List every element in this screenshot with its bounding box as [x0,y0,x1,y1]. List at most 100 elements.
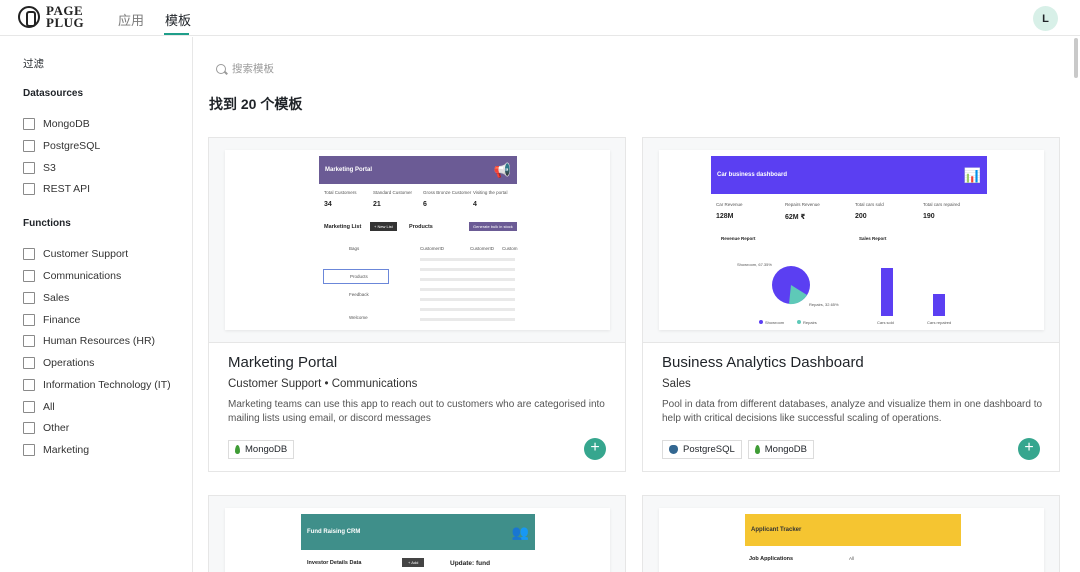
template-card-fund-raising-crm[interactable]: Fund Raising CRM 👥 Investor Details Data… [208,495,626,572]
card-preview: Marketing Portal 📢 Total Customers 34 Sta… [209,138,625,343]
filter-hr[interactable]: Human Resources (HR) [23,334,155,348]
template-card-marketing-portal[interactable]: Marketing Portal 📢 Total Customers 34 Sta… [208,137,626,472]
logo-line2: PLUG [46,15,85,30]
filter-all[interactable]: All [23,400,55,414]
preview-revenue-title: Revenue Report [721,236,756,241]
template-card-business-analytics[interactable]: Car business dashboard 📊 Car Revenue 128M… [642,137,1060,472]
tag-postgresql: PostgreSQL [662,440,742,459]
preview-table-row [420,268,515,271]
search-input[interactable]: 搜索模板 [232,61,274,76]
preview-frame: Car business dashboard 📊 Car Revenue 128M… [659,150,1044,330]
preview-list-item: Feedback [349,292,369,297]
preview-stat: Total cars repaired 190 [923,202,961,220]
filter-finance[interactable]: Finance [23,313,80,327]
tag-mongodb: MongoDB [228,440,295,459]
chart-illustration-icon: 📊 [963,166,981,183]
preview-job-title: Job Applications [749,556,794,562]
preview-table-header: Custom [502,246,518,251]
filter-other[interactable]: Other [23,421,69,435]
card-categories: Customer Support • Communications [228,378,418,390]
filter-rest-api[interactable]: REST API [23,182,90,196]
preview-bar [881,268,893,316]
preview-table-row [420,298,515,301]
mongodb-icon [754,445,760,454]
user-avatar[interactable]: L [1033,6,1058,31]
filter-sales[interactable]: Sales [23,291,69,305]
preview-header: Fund Raising CRM 👥 [301,514,535,550]
checkbox[interactable] [23,401,35,413]
preview-header: Car business dashboard 📊 [711,156,987,194]
preview-stat: Visiting the portal 4 [473,190,508,208]
checkbox[interactable] [23,379,35,391]
fork-template-button[interactable]: + [1018,438,1040,460]
preview-pie-chart [759,266,810,324]
preview-products-title: Products [409,224,433,230]
results-count: 找到 20 个模板 [209,96,303,112]
top-header: PAGE PLUG 应用 模板 L [0,0,1080,36]
datasource-tags: PostgreSQL MongoDB [662,440,814,459]
filter-s3[interactable]: S3 [23,161,56,175]
filter-operations[interactable]: Operations [23,356,94,370]
preview-add-button: + Add [402,558,425,567]
preview-sales-title: Sales Report [859,236,887,241]
filter-title: 过滤 [23,58,44,70]
tag-mongodb: MongoDB [747,440,814,459]
page-scrollbar[interactable] [1074,38,1078,78]
template-search[interactable]: 搜索模板 [216,61,274,76]
filter-postgresql[interactable]: PostgreSQL [23,139,100,153]
checkbox[interactable] [23,444,35,456]
preview-table-header: CustomerID [470,246,495,251]
preview-pie-label: Repairs, 32.65% [809,302,839,307]
preview-table-row [420,308,515,311]
card-description: Pool in data from different databases, a… [662,399,1043,424]
preview-header: Marketing Portal 📢 [319,156,517,184]
functions-heading: Functions [23,218,71,229]
preview-table-row [420,258,515,261]
preview-stat: Total cars sold 200 [855,202,884,220]
datasource-tags: MongoDB [228,440,295,459]
checkbox[interactable] [23,314,35,326]
checkbox[interactable] [23,357,35,369]
preview-list-item: Products [323,269,389,284]
checkbox[interactable] [23,292,35,304]
preview-stat: Standard Customer 21 [373,190,413,208]
main-content: 搜索模板 找到 20 个模板 Marketing Portal 📢 Total … [194,37,1080,572]
preview-right-title: Update: fund [450,560,491,567]
filter-customer-support[interactable]: Customer Support [23,247,128,261]
preview-table-row [420,278,515,281]
checkbox[interactable] [23,183,35,195]
filter-communications[interactable]: Communications [23,269,121,283]
preview-pie-label: Showroom, 67.35% [737,262,772,267]
search-icon [216,63,226,74]
filter-it[interactable]: Information Technology (IT) [23,378,171,392]
active-tab-indicator [164,33,189,35]
checkbox[interactable] [23,140,35,152]
checkbox[interactable] [23,422,35,434]
checkbox[interactable] [23,270,35,282]
preview-frame: Fund Raising CRM 👥 Investor Details Data… [225,508,610,572]
filter-marketing[interactable]: Marketing [23,443,89,457]
preview-legend: Repairs [803,320,817,325]
card-title: Business Analytics Dashboard [662,354,864,371]
card-preview: Applicant Tracker Job Applications All [643,496,1059,572]
filter-mongodb[interactable]: MongoDB [23,117,90,131]
preview-generate-button: Generate bulk in stock [469,222,517,231]
checkbox[interactable] [23,248,35,260]
card-preview: Fund Raising CRM 👥 Investor Details Data… [209,496,625,572]
tab-apps[interactable]: 应用 [118,10,144,29]
card-description: Marketing teams can use this app to reac… [228,399,605,424]
pageplug-logo[interactable]: PAGE PLUG [18,4,85,30]
preview-stat: Gross Bronze Customer 6 [423,190,472,208]
checkbox[interactable] [23,335,35,347]
preview-bar [933,294,945,316]
checkbox[interactable] [23,162,35,174]
preview-list-title: Marketing List [324,224,362,230]
fork-template-button[interactable]: + [584,438,606,460]
tab-templates[interactable]: 模板 [165,10,191,29]
preview-table-row [420,288,515,291]
preview-filter: All [849,556,855,561]
checkbox[interactable] [23,118,35,130]
template-card-applicant-tracker[interactable]: Applicant Tracker Job Applications All [642,495,1060,572]
card-preview: Car business dashboard 📊 Car Revenue 128M… [643,138,1059,343]
preview-list-item: Welcome [349,315,368,320]
